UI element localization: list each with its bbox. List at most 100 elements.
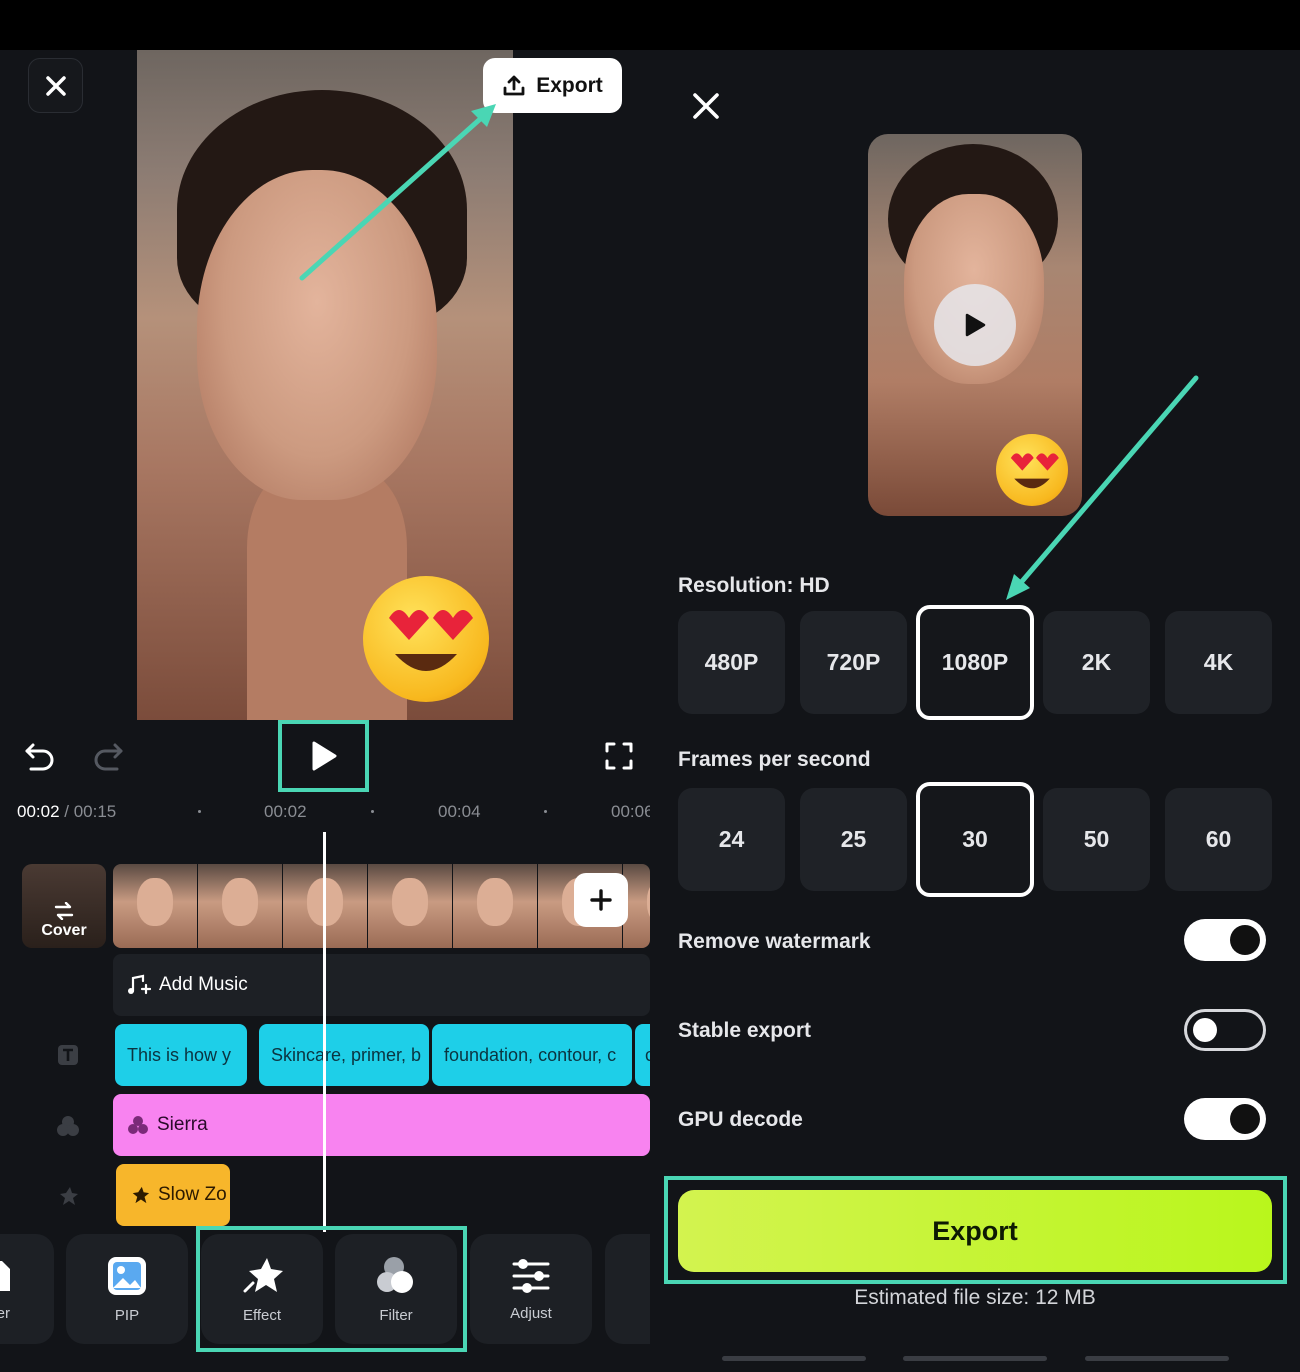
toolbar-label: PIP (114, 1306, 140, 1324)
timecode-current: 00:02 (17, 802, 60, 821)
remove-watermark-toggle[interactable] (1184, 919, 1266, 961)
nav-bar-indicator (722, 1356, 866, 1361)
tick-label: 00:02 (264, 802, 307, 821)
adjust-icon (512, 1258, 550, 1293)
option-label: 480P (704, 649, 759, 675)
text-clip-label: Skincare, primer, b (271, 1044, 422, 1065)
tick-label: 00:06 (611, 802, 650, 821)
toolbar-highlight (196, 1226, 467, 1352)
text-clip[interactable]: c (635, 1024, 650, 1086)
resolution-label: Resolution: HD (678, 574, 830, 597)
fps-option-24[interactable]: 24 (678, 788, 785, 891)
text-clip[interactable]: This is how y (115, 1024, 247, 1086)
editor-screen: Export 00:02 / 00:15 00:02 00:04 00:06 C… (0, 50, 650, 1372)
option-label: 60 (1205, 826, 1232, 852)
text-track-icon (56, 1043, 80, 1067)
option-label: 2K (1081, 649, 1112, 675)
fps-option-25[interactable]: 25 (800, 788, 907, 891)
filter-clip-label: Sierra (157, 1114, 208, 1135)
fps-label: Frames per second (678, 748, 871, 771)
filter-track-icon (56, 1114, 80, 1138)
pip-icon (108, 1256, 146, 1295)
undo-icon (25, 743, 54, 771)
resolution-option-480p[interactable]: 480P (678, 611, 785, 714)
status-bar-area (0, 0, 1300, 50)
option-label: 25 (840, 826, 867, 852)
stable-export-toggle[interactable] (1184, 1009, 1266, 1051)
filter-icon (128, 1116, 148, 1134)
timecode-separator: / (59, 802, 74, 821)
annotation-arrow (1006, 375, 1199, 600)
nav-bar-indicator (903, 1356, 1047, 1361)
cover-label: Cover (41, 922, 87, 939)
tick-dot (198, 810, 201, 813)
music-add-icon (128, 974, 151, 995)
fullscreen-icon (605, 742, 633, 770)
filter-clip[interactable]: Sierra (113, 1094, 650, 1156)
redo-icon (94, 743, 123, 771)
effect-clip-label: Slow Zo (158, 1184, 227, 1205)
sticker-icon (0, 1260, 10, 1291)
text-clip[interactable]: foundation, contour, c (432, 1024, 632, 1086)
toolbar-label: Adjust (510, 1304, 552, 1322)
nav-bar-indicator (1085, 1356, 1229, 1361)
effect-track-icon (56, 1184, 80, 1208)
fullscreen-button[interactable] (598, 736, 640, 776)
fps-option-60[interactable]: 60 (1165, 788, 1272, 891)
effect-icon (132, 1186, 150, 1204)
playhead[interactable] (323, 832, 326, 1232)
option-label: 1080P (941, 649, 1009, 675)
tick-dot (544, 810, 547, 813)
undo-button[interactable] (20, 736, 60, 776)
fps-option-50[interactable]: 50 (1043, 788, 1150, 891)
text-clip-label: This is how y (127, 1044, 232, 1065)
video-clip-strip[interactable] (113, 864, 650, 948)
export-highlight (664, 1176, 1287, 1284)
resolution-option-1080p[interactable]: 1080P (916, 605, 1034, 720)
clip-thumbnail (113, 864, 197, 948)
toolbar-more[interactable] (605, 1234, 650, 1344)
gpu-decode-toggle[interactable] (1184, 1098, 1266, 1140)
gpu-decode-label: GPU decode (678, 1108, 803, 1131)
resolution-option-4k[interactable]: 4K (1165, 611, 1272, 714)
redo-button[interactable] (88, 736, 128, 776)
tick-dot (371, 810, 374, 813)
stable-export-label: Stable export (678, 1019, 812, 1042)
text-clip-label: foundation, contour, c (444, 1044, 617, 1065)
option-label: 720P (826, 649, 881, 675)
option-label: 30 (962, 826, 988, 852)
remove-watermark-label: Remove watermark (678, 930, 871, 953)
toolbar-label: ker (0, 1304, 10, 1322)
text-clip[interactable]: Skincare, primer, b (259, 1024, 429, 1086)
add-music-track[interactable]: Add Music (113, 954, 650, 1016)
option-label: 50 (1083, 826, 1110, 852)
timecode: 00:02 / 00:15 (17, 802, 116, 822)
resolution-option-2k[interactable]: 2K (1043, 611, 1150, 714)
cover-button[interactable]: Cover (22, 864, 106, 948)
toggle-knob (1193, 1018, 1217, 1042)
tick-label: 00:04 (438, 802, 481, 821)
estimated-file-size: Estimated file size: 12 MB (854, 1286, 1096, 1309)
resolution-option-720p[interactable]: 720P (800, 611, 907, 714)
toggle-knob (1230, 1104, 1260, 1134)
swap-icon (54, 902, 74, 920)
play-highlight (278, 720, 369, 792)
effect-clip[interactable]: Slow Zo (116, 1164, 230, 1226)
export-settings-screen: Resolution: HD 480P 720P 1080P 2K 4K Fra… (650, 50, 1300, 1372)
fps-option-30[interactable]: 30 (916, 782, 1034, 897)
heart-eyes-emoji-sticker[interactable] (363, 576, 489, 702)
clip-thumbnail (198, 864, 282, 948)
clip-thumbnail (453, 864, 537, 948)
timecode-total: 00:15 (73, 802, 117, 821)
add-music-label: Add Music (159, 974, 248, 995)
annotation-arrow (299, 104, 496, 281)
toggle-knob (1230, 925, 1260, 955)
option-label: 4K (1203, 649, 1234, 675)
toolbar-adjust[interactable]: Adjust (470, 1234, 592, 1344)
toolbar-sticker[interactable]: ker (0, 1234, 54, 1344)
add-clip-button[interactable] (574, 873, 628, 927)
clip-thumbnail (368, 864, 452, 948)
option-label: 24 (718, 826, 745, 852)
plus-icon (590, 889, 612, 911)
toolbar-pip[interactable]: PIP (66, 1234, 188, 1344)
